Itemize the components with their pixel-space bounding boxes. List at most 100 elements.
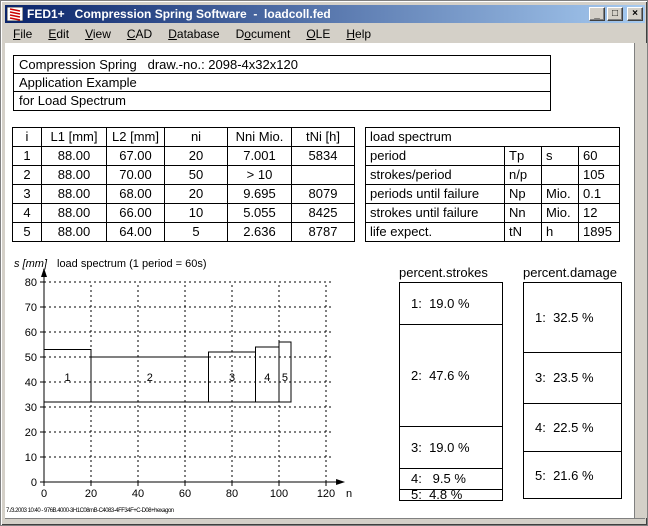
header-row-3: for Load Spectrum: [14, 92, 550, 110]
results-table-cell: 5: [13, 223, 42, 242]
menu-document[interactable]: Document: [228, 25, 299, 43]
results-table-cell: 1: [13, 147, 42, 166]
strokes-segment-label: 3: 19.0 %: [400, 440, 470, 455]
y-tick-label: 70: [25, 302, 37, 314]
results-table-cell: 8787: [292, 223, 355, 242]
strokes-segment-label: 4: 9.5 %: [400, 471, 466, 486]
spectrum-table-cell: periods until failure: [366, 185, 505, 204]
strokes-segment-2: 2: 47.6 %: [400, 324, 502, 426]
spectrum-table-row: load spectrum: [366, 128, 620, 147]
spring-app-icon: [7, 7, 23, 21]
results-table-cell: L2 [mm]: [107, 128, 165, 147]
load-spectrum-chart: 01020304050607080020406080100120n12345: [9, 269, 359, 515]
results-table-cell: L1 [mm]: [42, 128, 107, 147]
damage-segment-3: 3: 23.5 %: [524, 352, 621, 403]
y-tick-label: 20: [25, 427, 37, 439]
window-frame-bottom: [5, 518, 645, 524]
damage-segment-label: 3: 23.5 %: [524, 370, 594, 385]
load-step-label: 1: [64, 372, 70, 384]
results-table-cell: i: [13, 128, 42, 147]
menu-cad[interactable]: CAD: [119, 25, 160, 43]
results-table-cell: 64.00: [107, 223, 165, 242]
damage-segment-label: 4: 22.5 %: [524, 420, 594, 435]
results-table-cell: 2.636: [228, 223, 292, 242]
load-spectrum-table: load spectrumperiodTps60strokes/periodn/…: [365, 127, 620, 242]
damage-segment-1: 1: 32.5 %: [524, 283, 621, 352]
damage-segment-label: 1: 32.5 %: [524, 310, 594, 325]
results-table: iL1 [mm]L2 [mm]niNni Mio.tNi [h]188.0067…: [12, 127, 355, 242]
x-tick-label: 20: [85, 488, 97, 500]
results-table-cell: 88.00: [42, 166, 107, 185]
window-title: FED1+ Compression Spring Software - load…: [27, 7, 589, 21]
y-tick-label: 80: [25, 277, 37, 289]
damage-segment-label: 5: 21.6 %: [524, 468, 594, 483]
minimize-button[interactable]: _: [589, 7, 605, 21]
results-table-row: 488.0066.00105.0558425: [13, 204, 355, 223]
results-table-cell: Nni Mio.: [228, 128, 292, 147]
menu-help[interactable]: Help: [338, 25, 379, 43]
results-table-row: 288.0070.0050> 10: [13, 166, 355, 185]
results-table-cell: 88.00: [42, 204, 107, 223]
strokes-segment-4: 4: 9.5 %: [400, 468, 502, 489]
maximize-button[interactable]: □: [607, 7, 623, 21]
status-line: 7./3.2003 10:40 - 976B.4000-3H1C08mB-C40…: [6, 508, 174, 514]
results-table-cell: 20: [165, 147, 228, 166]
spectrum-table-row: strokes until failureNnMio.12: [366, 204, 620, 223]
percent-damage-box: 1: 32.5 % 3: 23.5 % 4: 22.5 % 5: 21.6 %: [523, 282, 622, 499]
y-tick-label: 60: [25, 327, 37, 339]
percent-strokes-box: 1: 19.0 % 2: 47.6 % 3: 19.0 % 4: 9.5 % 5: 4.…: [399, 282, 503, 501]
y-tick-label: 50: [25, 352, 37, 364]
results-table-cell: 88.00: [42, 185, 107, 204]
spectrum-table-cell: tN: [505, 223, 542, 242]
x-axis-arrow: [336, 479, 345, 485]
results-table-cell: 3: [13, 185, 42, 204]
results-table-row: 588.0064.0052.6368787: [13, 223, 355, 242]
spectrum-table-cell: load spectrum: [366, 128, 620, 147]
x-tick-label: 120: [317, 488, 335, 500]
strokes-segment-1: 1: 19.0 %: [400, 283, 502, 324]
results-table-row: iL1 [mm]L2 [mm]niNni Mio.tNi [h]: [13, 128, 355, 147]
results-table-cell: 70.00: [107, 166, 165, 185]
strokes-segment-label: 5: 4.8 %: [400, 489, 462, 500]
results-table-cell: 10: [165, 204, 228, 223]
spectrum-table-cell: 12: [579, 204, 620, 223]
results-table-cell: 7.001: [228, 147, 292, 166]
menu-file[interactable]: File: [5, 25, 40, 43]
spectrum-table-cell: 1895: [579, 223, 620, 242]
spectrum-table-cell: Nn: [505, 204, 542, 223]
x-tick-label: 40: [132, 488, 144, 500]
menu-database[interactable]: Database: [160, 25, 227, 43]
menu-view[interactable]: View: [77, 25, 119, 43]
results-table-cell: 5.055: [228, 204, 292, 223]
x-axis-label: n: [346, 488, 352, 500]
results-table-cell: 5834: [292, 147, 355, 166]
load-step-label: 3: [229, 372, 235, 384]
spectrum-table-cell: Mio.: [542, 185, 579, 204]
close-button[interactable]: ×: [627, 7, 643, 21]
percent-strokes-title: percent.strokes: [399, 265, 488, 280]
y-axis-arrow: [41, 269, 47, 277]
menu-ole[interactable]: OLE: [298, 25, 338, 43]
spectrum-table-cell: h: [542, 223, 579, 242]
results-table-cell: 67.00: [107, 147, 165, 166]
results-table-row: 388.0068.00209.6958079: [13, 185, 355, 204]
x-tick-label: 60: [179, 488, 191, 500]
results-table-cell: tNi [h]: [292, 128, 355, 147]
x-tick-label: 100: [270, 488, 288, 500]
results-table-cell: > 10: [228, 166, 292, 185]
strokes-segment-label: 1: 19.0 %: [400, 296, 470, 311]
strokes-segment-3: 3: 19.0 %: [400, 426, 502, 468]
title-bar[interactable]: FED1+ Compression Spring Software - load…: [5, 5, 645, 23]
results-table-cell: 2: [13, 166, 42, 185]
results-table-cell: 4: [13, 204, 42, 223]
menu-edit[interactable]: Edit: [40, 25, 77, 43]
spectrum-table-cell: Np: [505, 185, 542, 204]
x-tick-label: 0: [41, 488, 47, 500]
client-area: Compression Spring draw.-no.: 2098-4x32x…: [5, 43, 634, 518]
results-table-cell: ni: [165, 128, 228, 147]
app-window: FED1+ Compression Spring Software - load…: [0, 0, 648, 526]
y-tick-label: 10: [25, 452, 37, 464]
strokes-segment-label: 2: 47.6 %: [400, 368, 470, 383]
load-step-label: 4: [264, 372, 270, 384]
menu-bar: FileEditViewCADDatabaseDocumentOLEHelp: [5, 24, 645, 43]
